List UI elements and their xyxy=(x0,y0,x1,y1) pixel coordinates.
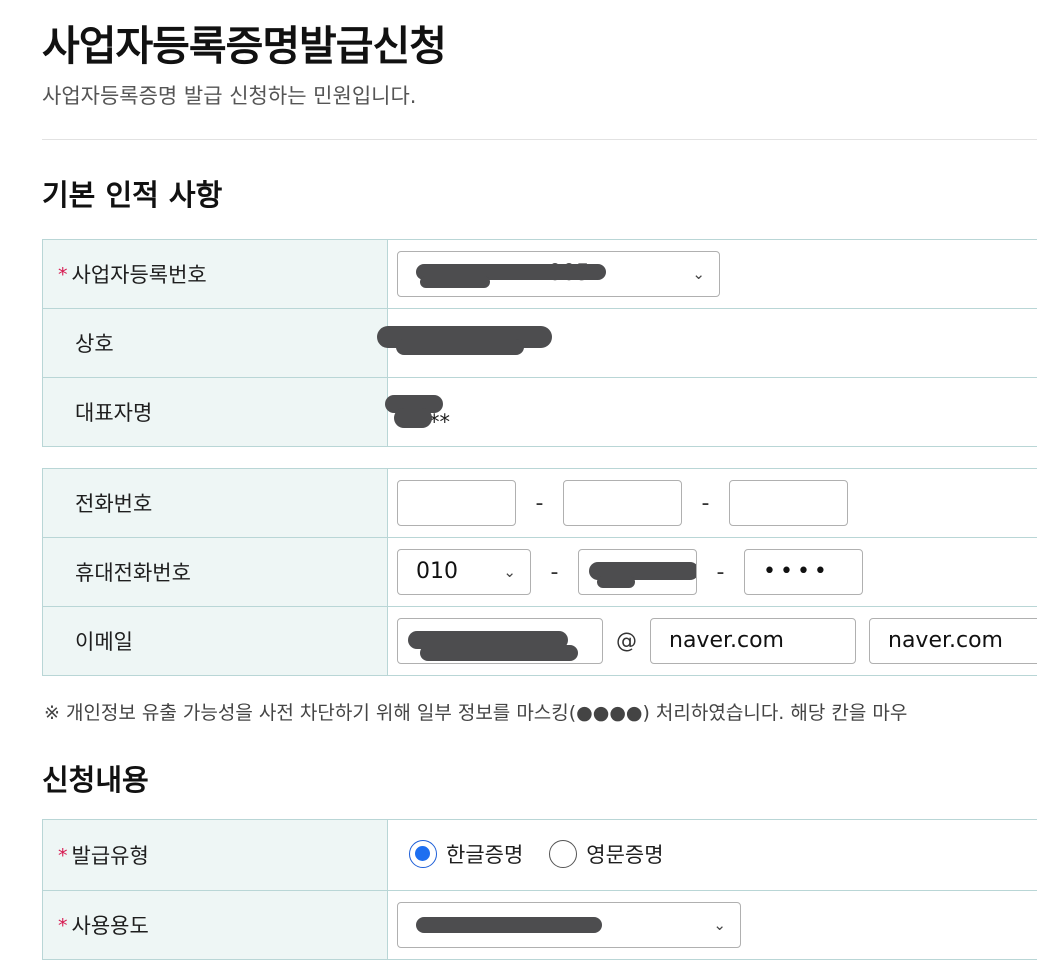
masking-notice: ※ 개인정보 유출 가능성을 사전 차단하기 위해 일부 정보를 마스킹(●●●… xyxy=(44,698,907,725)
phone-cell: -- xyxy=(388,469,1037,538)
business-number-label: 사업자등록번호 xyxy=(72,263,207,287)
phone-dash: - xyxy=(516,491,563,516)
mobile-dash: - xyxy=(531,560,578,585)
row-business-number: *사업자등록번호 005 ⌄ xyxy=(43,240,1037,309)
radio-english-label: 영문증명 xyxy=(586,839,663,869)
masked-redaction xyxy=(396,339,524,355)
usage-label-cell: *사용용도 xyxy=(43,891,388,960)
page-subtitle: 사업자등록증명 발급 신청하는 민원입니다. xyxy=(42,80,416,110)
mobile-cell: 010 ⌄ - -•••• xyxy=(388,538,1037,607)
row-mobile: 휴대전화번호 010 ⌄ - -•••• xyxy=(43,538,1037,607)
row-usage: *사용용도 ⌄ xyxy=(43,891,1037,960)
masked-redaction xyxy=(420,276,490,288)
phone-label: 전화번호 xyxy=(75,492,152,516)
mobile-last-input[interactable]: •••• xyxy=(744,549,863,595)
radio-selected-icon[interactable] xyxy=(409,840,437,868)
usage-label: 사용용도 xyxy=(72,914,149,938)
phone-part1-input[interactable] xyxy=(397,480,516,526)
section-title-basic: 기본 인적 사항 xyxy=(42,172,222,214)
issue-type-label-cell: *발급유형 xyxy=(43,820,388,891)
masked-redaction xyxy=(597,576,635,588)
row-issue-type: *발급유형 한글증명 영문증명 xyxy=(43,820,1037,891)
trade-name-label-cell: 상호 xyxy=(43,309,388,378)
issue-type-label: 발급유형 xyxy=(72,844,149,868)
phone-part2-input[interactable] xyxy=(563,480,682,526)
radio-english[interactable]: 영문증명 xyxy=(549,839,663,869)
business-number-label-cell: *사업자등록번호 xyxy=(43,240,388,309)
mobile-middle-input[interactable] xyxy=(578,549,697,595)
phone-label-cell: 전화번호 xyxy=(43,469,388,538)
issue-type-cell: 한글증명 영문증명 xyxy=(388,820,1037,891)
usage-cell: ⌄ xyxy=(388,891,1037,960)
radio-korean-label: 한글증명 xyxy=(446,839,523,869)
email-domain-input[interactable]: naver.com xyxy=(650,618,856,664)
required-asterisk-icon: * xyxy=(58,915,68,937)
masked-redaction xyxy=(420,645,578,661)
contact-table: 전화번호 -- 휴대전화번호 010 ⌄ - -•••• 이메일 @naver.… xyxy=(42,468,1037,676)
radio-korean[interactable]: 한글증명 xyxy=(409,839,523,869)
representative-value: ** xyxy=(429,410,450,434)
request-table: *발급유형 한글증명 영문증명 *사용용도 ⌄ xyxy=(42,819,1037,960)
business-number-cell: 005 ⌄ xyxy=(388,240,1037,309)
radio-unselected-icon[interactable] xyxy=(549,840,577,868)
trade-name-label: 상호 xyxy=(75,332,114,356)
email-domain-select[interactable]: naver.com ⌄ xyxy=(869,618,1037,664)
section-title-request: 신청내용 xyxy=(42,757,149,799)
row-email: 이메일 @naver.com naver.com ⌄ xyxy=(43,607,1037,676)
issue-type-radio-group: 한글증명 영문증명 xyxy=(409,839,690,869)
chevron-down-icon: ⌄ xyxy=(692,252,705,296)
mobile-dash: - xyxy=(697,560,744,585)
email-label-cell: 이메일 xyxy=(43,607,388,676)
representative-label-cell: 대표자명 xyxy=(43,378,388,447)
row-trade-name: 상호 에 xyxy=(43,309,1037,378)
row-representative: 대표자명 ** xyxy=(43,378,1037,447)
chevron-down-icon: ⌄ xyxy=(503,550,516,594)
mobile-label: 휴대전화번호 xyxy=(75,561,191,585)
trade-name-cell: 에 xyxy=(388,309,1037,378)
chevron-down-icon: ⌄ xyxy=(713,903,726,947)
basic-info-table: *사업자등록번호 005 ⌄ 상호 에 대표자명 ** xyxy=(42,239,1037,447)
email-label: 이메일 xyxy=(75,630,133,654)
masked-redaction xyxy=(394,408,432,428)
page-title: 사업자등록증명발급신청 xyxy=(42,16,446,76)
required-asterisk-icon: * xyxy=(58,264,68,286)
email-at-sign: @ xyxy=(603,629,650,653)
email-domain-select-value: naver.com xyxy=(888,628,1003,653)
required-asterisk-icon: * xyxy=(58,845,68,867)
representative-label: 대표자명 xyxy=(75,401,152,425)
mobile-label-cell: 휴대전화번호 xyxy=(43,538,388,607)
phone-part3-input[interactable] xyxy=(729,480,848,526)
phone-dash: - xyxy=(682,491,729,516)
business-number-select[interactable]: 005 ⌄ xyxy=(397,251,720,297)
row-phone: 전화번호 -- xyxy=(43,469,1037,538)
mobile-prefix-value: 010 xyxy=(416,559,458,584)
mobile-prefix-select[interactable]: 010 ⌄ xyxy=(397,549,531,595)
title-divider xyxy=(42,139,1037,140)
email-cell: @naver.com naver.com ⌄ xyxy=(388,607,1037,676)
representative-cell: ** xyxy=(388,378,1037,447)
email-id-input[interactable] xyxy=(397,618,603,664)
usage-select[interactable]: ⌄ xyxy=(397,902,741,948)
